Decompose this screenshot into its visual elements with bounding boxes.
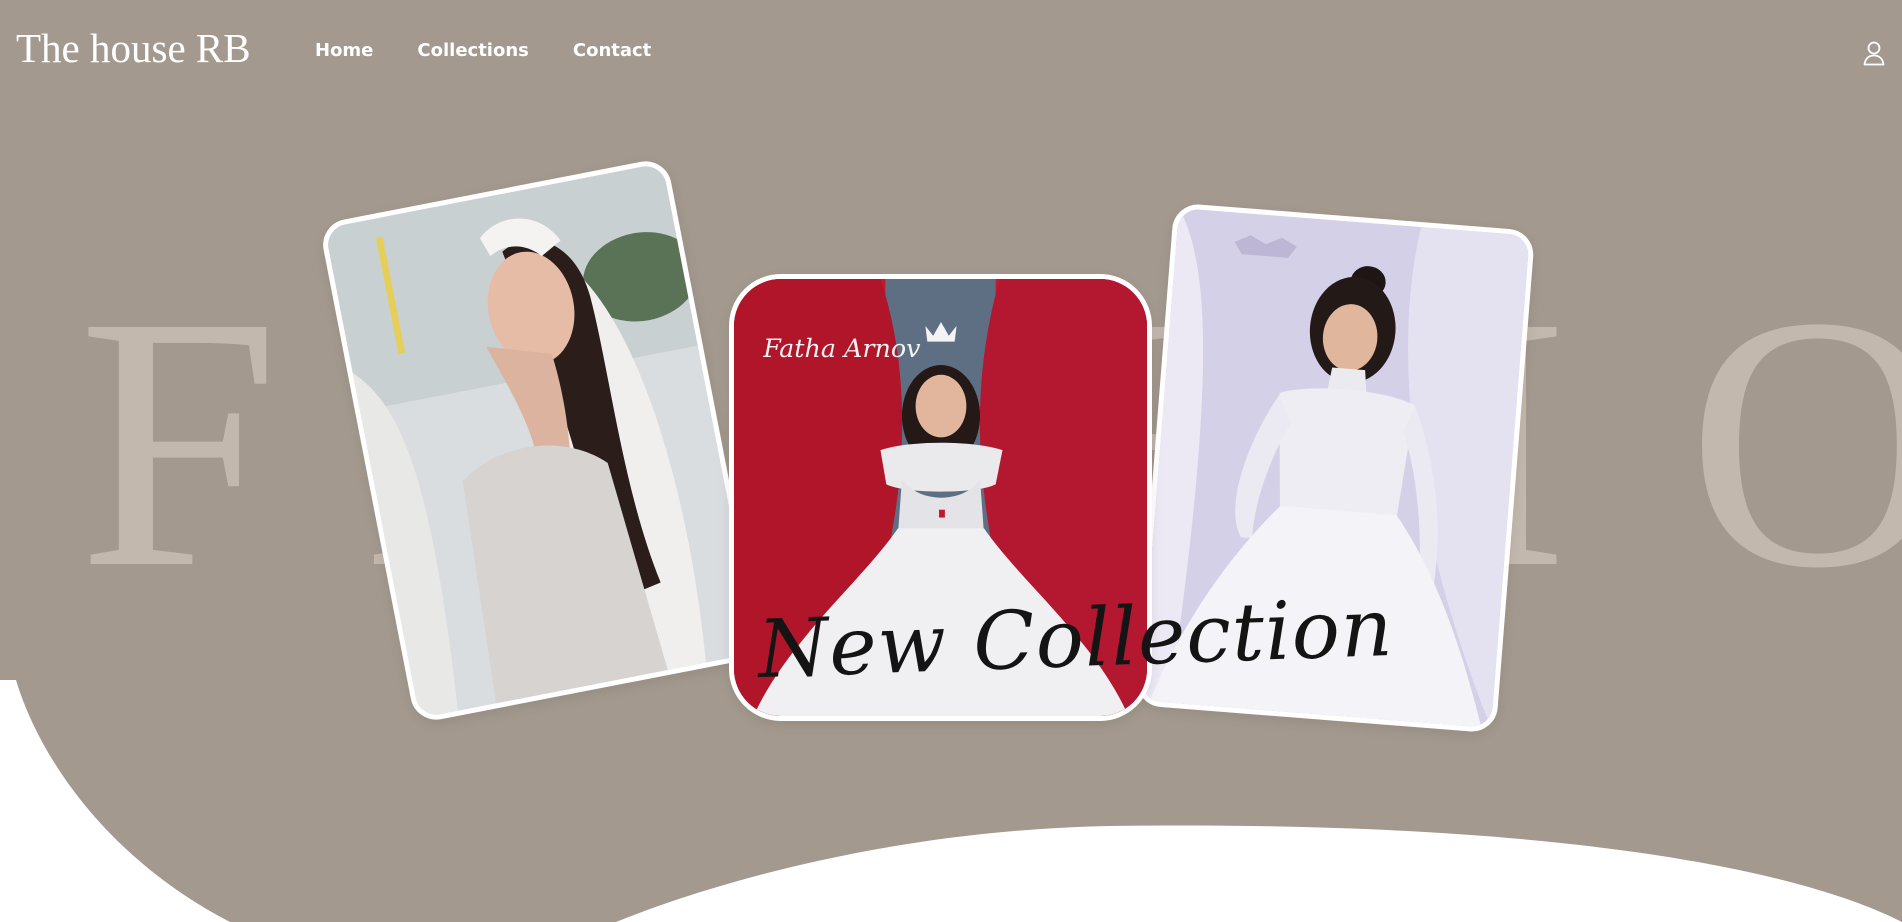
- site-header: The house RB Home Collections Contact: [0, 0, 1902, 104]
- site-logo[interactable]: The house RB: [16, 25, 251, 71]
- nav-contact[interactable]: Contact: [573, 40, 651, 61]
- hero-section: FASHION: [0, 0, 1902, 922]
- user-icon: [1863, 41, 1885, 66]
- main-nav: Home Collections Contact: [315, 40, 651, 61]
- account-button[interactable]: [1862, 40, 1886, 66]
- nav-collections[interactable]: Collections: [417, 40, 528, 61]
- nav-home[interactable]: Home: [315, 40, 373, 61]
- svg-text:Fatha Arnov: Fatha Arnov: [762, 333, 921, 363]
